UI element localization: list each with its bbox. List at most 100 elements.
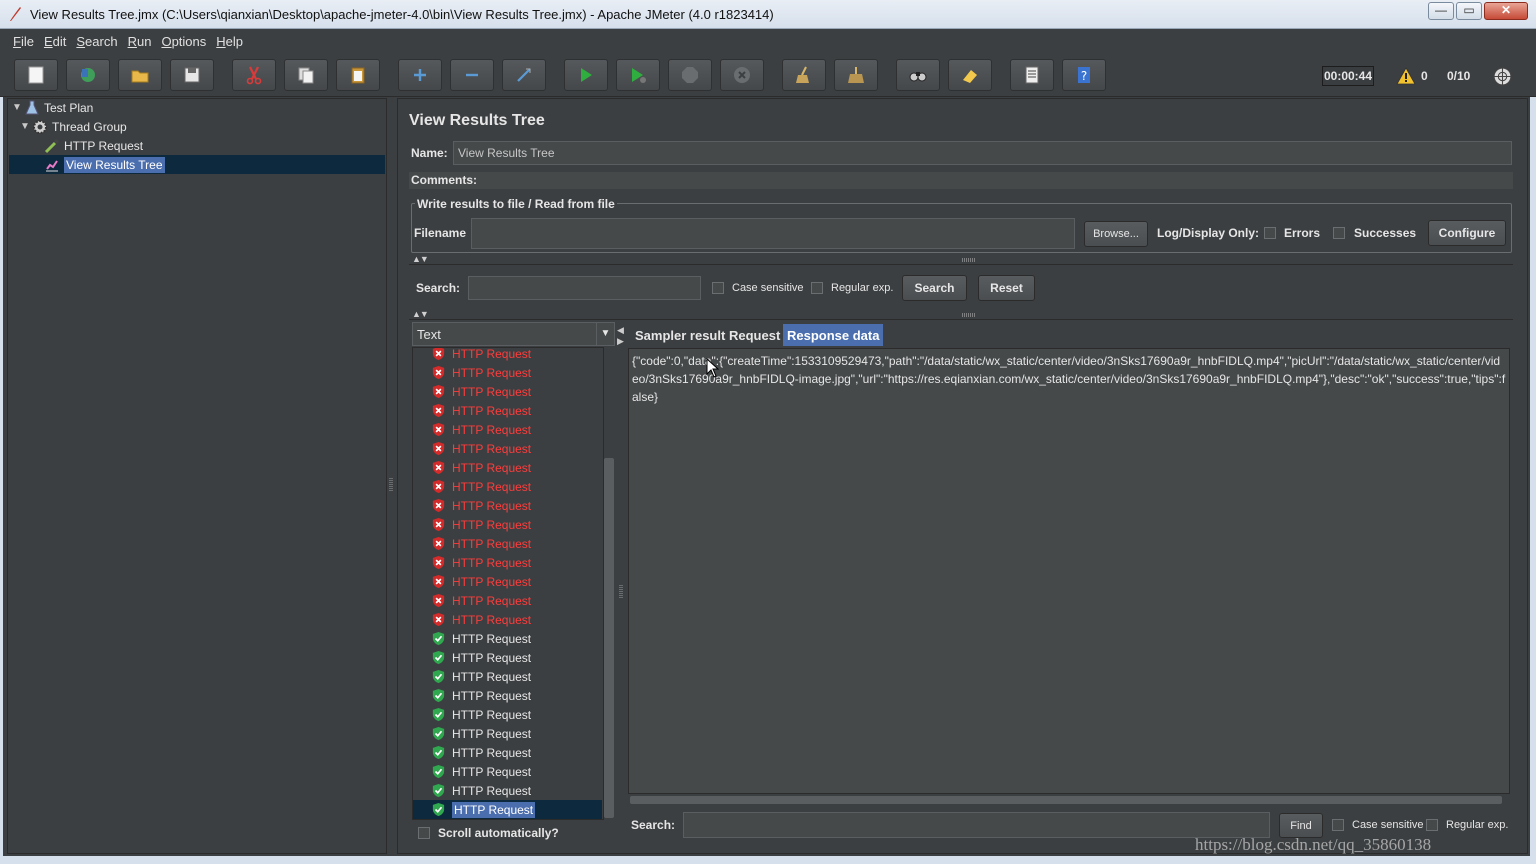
response-regex-checkbox[interactable] xyxy=(1426,819,1438,831)
result-item-failed[interactable]: HTTP Request xyxy=(431,401,531,420)
result-item-success[interactable]: HTTP Request xyxy=(431,686,531,705)
splitter-grip-icon[interactable] xyxy=(619,585,623,599)
scrollbar-thumb[interactable] xyxy=(604,458,614,818)
cut-button[interactable] xyxy=(232,59,276,91)
configure-button[interactable]: Configure xyxy=(1428,220,1506,246)
response-search-input[interactable] xyxy=(683,812,1270,838)
regex-checkbox[interactable] xyxy=(811,282,823,294)
tab-request[interactable]: Request xyxy=(725,324,784,346)
shutdown-button[interactable] xyxy=(720,59,764,91)
comments-area[interactable] xyxy=(409,172,1513,189)
result-item-success[interactable]: HTTP Request xyxy=(431,705,531,724)
result-item-failed[interactable]: HTTP Request xyxy=(431,420,531,439)
tab-sampler-result[interactable]: Sampler result xyxy=(631,324,729,346)
remote-globe-icon[interactable] xyxy=(1492,66,1513,87)
result-item-failed[interactable]: HTTP Request xyxy=(431,382,531,401)
scrollbar-thumb[interactable] xyxy=(630,796,1502,804)
result-item-failed[interactable]: HTTP Request xyxy=(431,534,531,553)
copy-button[interactable] xyxy=(284,59,328,91)
reset-button[interactable]: Reset xyxy=(978,275,1035,301)
templates-button[interactable] xyxy=(66,59,110,91)
expand-all-button[interactable] xyxy=(398,59,442,91)
sample-results-list[interactable]: HTTP Request HTTP Request HTTP Request HTTP… xyxy=(412,347,615,820)
tab-response-data[interactable]: Response data xyxy=(783,324,884,346)
result-item-failed[interactable]: HTTP Request xyxy=(431,610,531,629)
result-item-success[interactable]: HTTP Request xyxy=(431,629,531,648)
result-item-failed[interactable]: HTTP Request xyxy=(431,496,531,515)
successes-checkbox[interactable] xyxy=(1333,227,1345,239)
expand-arrow-icon[interactable]: ▼ xyxy=(12,102,22,113)
window-title-bar[interactable]: View Results Tree.jmx (C:\Users\qianxian… xyxy=(0,0,1536,29)
new-file-icon xyxy=(28,66,44,84)
open-button[interactable] xyxy=(118,59,162,91)
maximize-button[interactable]: ▭ xyxy=(1456,2,1482,20)
tree-node-view-results-tree[interactable]: View Results Tree xyxy=(9,155,385,174)
result-item-success[interactable]: HTTP Request xyxy=(431,724,531,743)
response-data-text[interactable]: {"code":0,"data":{"createTime":153310952… xyxy=(628,348,1510,794)
result-item-success[interactable]: HTTP Request xyxy=(431,781,531,800)
result-item-failed[interactable]: HTTP Request xyxy=(431,439,531,458)
collapse-all-button[interactable] xyxy=(450,59,494,91)
splitter-grip-icon[interactable] xyxy=(962,313,976,317)
splitter-arrows-icon[interactable]: ◀ ▶ xyxy=(617,325,625,346)
minimize-button[interactable]: — xyxy=(1428,2,1454,20)
stop-button[interactable] xyxy=(668,59,712,91)
menu-help[interactable]: Help xyxy=(211,34,248,49)
splitter-grip-icon[interactable] xyxy=(962,258,976,262)
result-item-failed[interactable]: HTTP Request xyxy=(431,348,531,363)
clear-all-button[interactable] xyxy=(834,59,878,91)
paste-button[interactable] xyxy=(336,59,380,91)
shutdown-icon xyxy=(734,67,750,83)
result-item-success[interactable]: HTTP Request xyxy=(431,800,536,819)
name-field[interactable]: View Results Tree xyxy=(453,141,1512,165)
save-button[interactable] xyxy=(170,59,214,91)
search-tree-button[interactable] xyxy=(896,59,940,91)
warning-icon[interactable] xyxy=(1396,66,1416,86)
errors-checkbox[interactable] xyxy=(1264,227,1276,239)
result-item-failed[interactable]: HTTP Request xyxy=(431,458,531,477)
fail-shield-icon xyxy=(432,593,445,608)
filename-input[interactable] xyxy=(471,218,1075,249)
result-item-failed[interactable]: HTTP Request xyxy=(431,591,531,610)
tree-node-thread-group[interactable]: ▼ Thread Group xyxy=(20,117,127,136)
tree-node-test-plan[interactable]: ▼ Test Plan xyxy=(12,98,93,117)
new-button[interactable] xyxy=(14,59,58,91)
search-input[interactable] xyxy=(468,276,701,300)
toggle-button[interactable] xyxy=(502,59,546,91)
test-plan-tree[interactable] xyxy=(7,98,387,854)
tree-node-http-request[interactable]: HTTP Request xyxy=(42,136,143,155)
clear-button[interactable] xyxy=(782,59,826,91)
splitter-grip-icon[interactable] xyxy=(389,478,393,492)
menu-edit[interactable]: Edit xyxy=(39,34,71,49)
expand-arrow-icon[interactable]: ▼ xyxy=(20,121,30,132)
result-item-failed[interactable]: HTTP Request xyxy=(431,477,531,496)
help-button[interactable]: ? xyxy=(1062,59,1106,91)
menu-file[interactable]: File xyxy=(8,34,39,49)
svg-text:?: ? xyxy=(1081,69,1087,83)
renderer-select[interactable]: Text ▼ xyxy=(412,322,615,346)
result-item-success[interactable]: HTTP Request xyxy=(431,743,531,762)
collapse-arrows-icon[interactable]: ▲▼ xyxy=(412,309,429,319)
start-button[interactable] xyxy=(564,59,608,91)
chevron-down-icon[interactable]: ▼ xyxy=(596,323,614,345)
reset-search-button[interactable] xyxy=(948,59,992,91)
menu-run[interactable]: Run xyxy=(123,34,157,49)
menu-options[interactable]: Options xyxy=(156,34,211,49)
result-item-failed[interactable]: HTTP Request xyxy=(431,572,531,591)
close-button[interactable]: ✕ xyxy=(1484,2,1528,20)
result-item-failed[interactable]: HTTP Request xyxy=(431,515,531,534)
search-button[interactable]: Search xyxy=(902,275,967,301)
result-item-success[interactable]: HTTP Request xyxy=(431,648,531,667)
menu-search[interactable]: Search xyxy=(71,34,122,49)
browse-button[interactable]: Browse... xyxy=(1084,221,1148,247)
result-item-failed[interactable]: HTTP Request xyxy=(431,553,531,572)
function-helper-button[interactable] xyxy=(1010,59,1054,91)
result-item-failed[interactable]: HTTP Request xyxy=(431,363,531,382)
result-item-success[interactable]: HTTP Request xyxy=(431,667,531,686)
result-item-success[interactable]: HTTP Request xyxy=(431,762,531,781)
start-no-pauses-button[interactable] xyxy=(616,59,660,91)
collapse-arrows-icon[interactable]: ▲▼ xyxy=(412,254,429,264)
response-case-sensitive-checkbox[interactable] xyxy=(1332,819,1344,831)
case-sensitive-checkbox[interactable] xyxy=(712,282,724,294)
scroll-automatically-checkbox[interactable] xyxy=(418,827,430,839)
